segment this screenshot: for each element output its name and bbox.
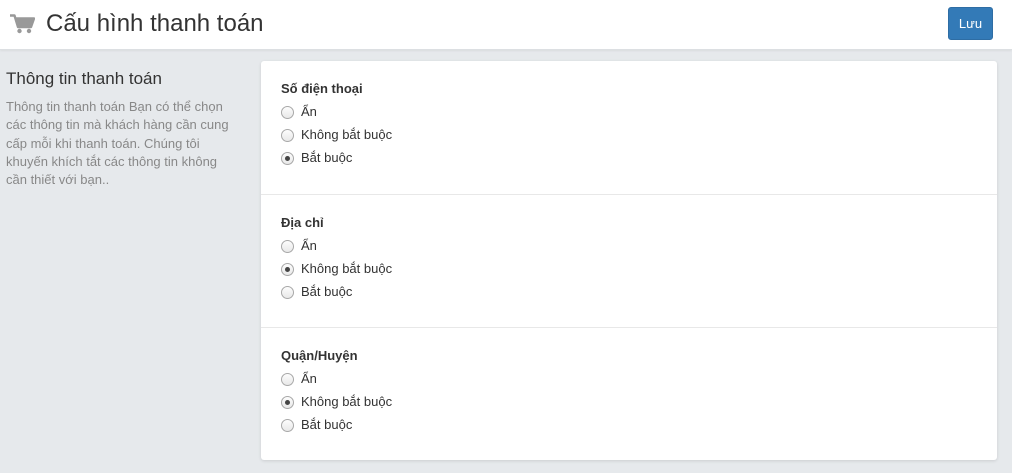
option-label: Không bắt buộc — [301, 127, 393, 142]
option-address-required[interactable]: Bắt buộc — [281, 283, 352, 301]
field-group-phone: Số điện thoại Ẩn Không bắt buộc Bắt buộc — [261, 61, 997, 194]
option-phone-hidden[interactable]: Ẩn — [281, 103, 317, 121]
radio-button[interactable] — [281, 239, 294, 253]
option-phone-required[interactable]: Bắt buộc — [281, 149, 352, 167]
cart-icon — [10, 14, 35, 34]
option-district-hidden[interactable]: Ẩn — [281, 370, 317, 388]
radio-button[interactable] — [281, 418, 294, 432]
header-bar: Cấu hình thanh toán Lưu — [0, 0, 1012, 50]
group-label: Số điện thoại — [281, 81, 363, 96]
field-group-address: Địa chỉ Ẩn Không bắt buộc Bắt buộc — [261, 194, 997, 327]
page-title: Cấu hình thanh toán — [46, 10, 264, 37]
option-phone-optional[interactable]: Không bắt buộc — [281, 126, 392, 144]
option-address-hidden[interactable]: Ẩn — [281, 237, 317, 255]
sidebar-title: Thông tin thanh toán — [6, 69, 162, 88]
option-label: Ẩn — [301, 371, 317, 386]
radio-button-selected[interactable] — [281, 151, 294, 165]
option-district-required[interactable]: Bắt buộc — [281, 416, 352, 434]
option-label: Không bắt buộc — [301, 261, 393, 276]
option-label: Bắt buộc — [301, 150, 353, 165]
radio-button-selected[interactable] — [281, 395, 294, 409]
option-label: Ẩn — [301, 238, 317, 253]
field-group-district: Quận/Huyện Ẩn Không bắt buộc Bắt buộc — [261, 327, 997, 460]
option-label: Ẩn — [301, 104, 317, 119]
settings-card: Số điện thoại Ẩn Không bắt buộc Bắt buộc… — [261, 61, 997, 460]
option-label: Bắt buộc — [301, 284, 353, 299]
option-address-optional[interactable]: Không bắt buộc — [281, 260, 392, 278]
group-label: Địa chỉ — [281, 215, 324, 230]
option-label: Không bắt buộc — [301, 394, 393, 409]
radio-button[interactable] — [281, 105, 294, 119]
radio-button[interactable] — [281, 285, 294, 299]
option-district-optional[interactable]: Không bắt buộc — [281, 393, 392, 411]
group-label: Quận/Huyện — [281, 348, 358, 363]
save-button[interactable]: Lưu — [948, 7, 993, 40]
radio-button-selected[interactable] — [281, 262, 294, 276]
sidebar-info: Thông tin thanh toán Thông tin thanh toá… — [6, 68, 236, 189]
sidebar-description: Thông tin thanh toán Bạn có thể chọn các… — [6, 99, 229, 188]
option-label: Bắt buộc — [301, 417, 353, 432]
radio-button[interactable] — [281, 372, 294, 386]
radio-button[interactable] — [281, 128, 294, 142]
